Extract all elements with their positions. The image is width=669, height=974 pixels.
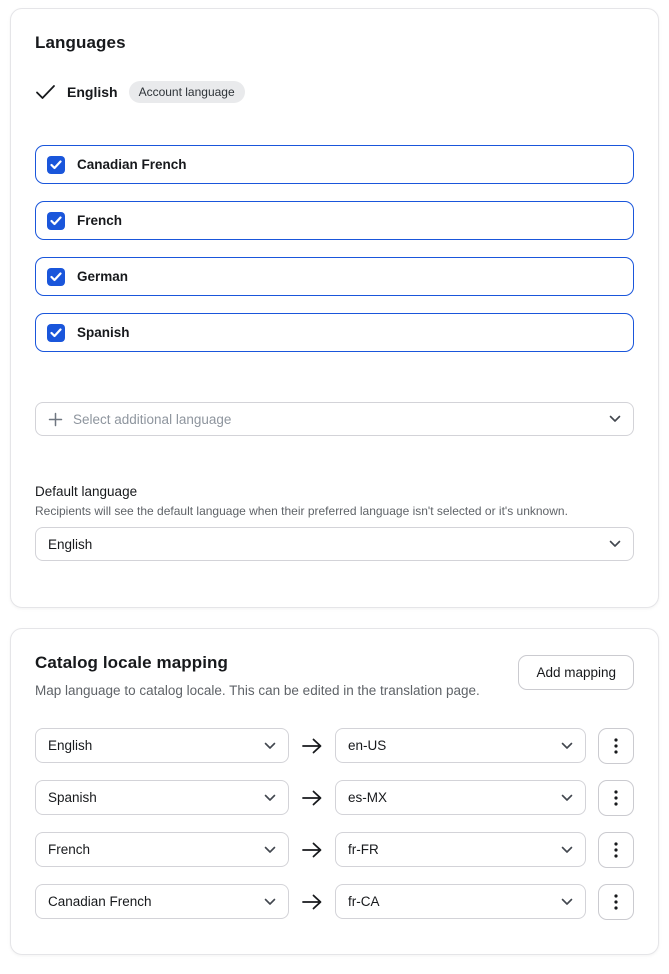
add-mapping-button[interactable]: Add mapping (518, 655, 634, 690)
language-option-label: Canadian French (77, 157, 187, 172)
locale-select-value: fr-FR (348, 842, 379, 857)
kebab-menu-button[interactable] (598, 884, 634, 920)
language-select[interactable]: French (35, 832, 289, 867)
catalog-header: Catalog locale mapping Map language to c… (35, 653, 634, 702)
catalog-description: Map language to catalog locale. This can… (35, 680, 480, 702)
kebab-icon (614, 790, 618, 806)
mapping-row-spanish: Spanish es-MX (35, 780, 634, 816)
selected-languages-list: Canadian French French German Spanish (35, 145, 634, 352)
chevron-down-icon (264, 898, 276, 906)
language-select[interactable]: English (35, 728, 289, 763)
language-option-label: Spanish (77, 325, 130, 340)
chevron-down-icon (561, 898, 573, 906)
checkbox-checked[interactable] (47, 212, 65, 230)
language-select-value: Canadian French (48, 894, 152, 909)
chevron-down-icon (264, 794, 276, 802)
default-language-value: English (48, 537, 92, 552)
language-select[interactable]: Canadian French (35, 884, 289, 919)
chevron-down-icon (561, 742, 573, 750)
language-option-label: French (77, 213, 122, 228)
chevron-down-icon (561, 794, 573, 802)
kebab-menu-button[interactable] (598, 728, 634, 764)
language-option-canadian-french[interactable]: Canadian French (35, 145, 634, 184)
locale-select-value: es-MX (348, 790, 387, 805)
account-language-name: English (67, 84, 118, 100)
chevron-down-icon (264, 742, 276, 750)
locale-select[interactable]: es-MX (335, 780, 586, 815)
arrow-right-icon (301, 894, 323, 910)
language-option-french[interactable]: French (35, 201, 634, 240)
additional-language-placeholder: Select additional language (73, 412, 231, 427)
default-language-select[interactable]: English (35, 527, 634, 561)
plus-icon (48, 412, 63, 427)
default-language-description: Recipients will see the default language… (35, 504, 634, 518)
checkbox-check-icon (50, 160, 62, 170)
account-language-badge: Account language (129, 81, 245, 103)
check-icon (35, 84, 56, 100)
arrow-right-icon (301, 738, 323, 754)
language-select[interactable]: Spanish (35, 780, 289, 815)
catalog-title: Catalog locale mapping (35, 653, 480, 673)
language-option-label: German (77, 269, 128, 284)
language-option-spanish[interactable]: Spanish (35, 313, 634, 352)
languages-card: Languages English Account language Canad… (10, 8, 659, 608)
checkbox-check-icon (50, 216, 62, 226)
locale-select[interactable]: fr-CA (335, 884, 586, 919)
mapping-row-english: English en-US (35, 728, 634, 764)
checkbox-checked[interactable] (47, 268, 65, 286)
mappings-list: English en-US Spanish es-MX (35, 728, 634, 920)
chevron-down-icon (561, 846, 573, 854)
catalog-locale-mapping-card: Catalog locale mapping Map language to c… (10, 628, 659, 955)
additional-language-select[interactable]: Select additional language (35, 402, 634, 436)
locale-select-value: fr-CA (348, 894, 380, 909)
default-language-section: Default language Recipients will see the… (35, 484, 634, 561)
arrow-right-icon (301, 842, 323, 858)
checkbox-check-icon (50, 272, 62, 282)
language-select-value: French (48, 842, 90, 857)
default-language-label: Default language (35, 484, 634, 499)
chevron-down-icon (609, 540, 621, 548)
locale-select[interactable]: fr-FR (335, 832, 586, 867)
mapping-row-canadian-french: Canadian French fr-CA (35, 884, 634, 920)
mapping-row-french: French fr-FR (35, 832, 634, 868)
language-select-value: English (48, 738, 92, 753)
kebab-icon (614, 894, 618, 910)
language-select-value: Spanish (48, 790, 97, 805)
languages-title: Languages (35, 33, 634, 53)
account-language-row: English Account language (35, 81, 634, 103)
arrow-right-icon (301, 790, 323, 806)
kebab-menu-button[interactable] (598, 832, 634, 868)
kebab-menu-button[interactable] (598, 780, 634, 816)
checkbox-checked[interactable] (47, 324, 65, 342)
language-option-german[interactable]: German (35, 257, 634, 296)
locale-select[interactable]: en-US (335, 728, 586, 763)
kebab-icon (614, 842, 618, 858)
checkbox-checked[interactable] (47, 156, 65, 174)
locale-select-value: en-US (348, 738, 386, 753)
checkbox-check-icon (50, 328, 62, 338)
chevron-down-icon (609, 415, 621, 423)
kebab-icon (614, 738, 618, 754)
chevron-down-icon (264, 846, 276, 854)
